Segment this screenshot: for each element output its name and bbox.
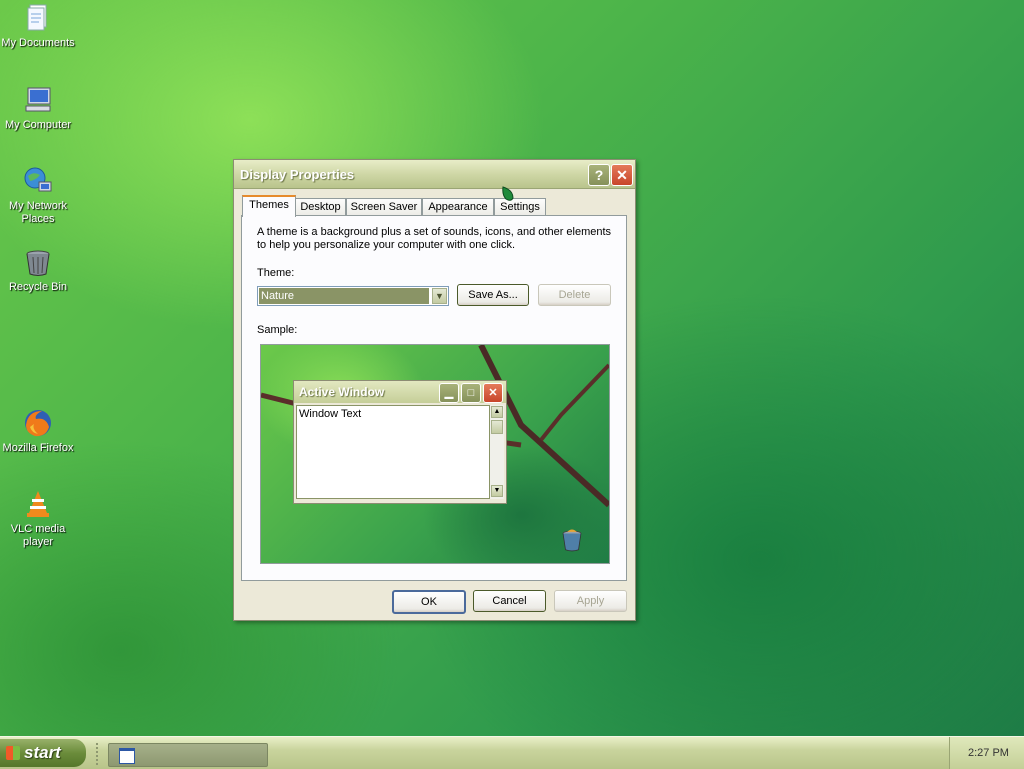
computer-icon	[25, 87, 51, 112]
delete-button[interactable]: Delete	[538, 284, 611, 306]
desktop-icon-my-network-places[interactable]: My Network Places	[0, 165, 76, 226]
desktop-icon-label: My Documents	[1, 37, 75, 49]
start-label: start	[24, 743, 61, 762]
tab-desktop[interactable]: Desktop	[295, 198, 346, 216]
taskbar-item-display-properties[interactable]	[108, 743, 268, 767]
desktop-icon-label: Mozilla Firefox	[2, 442, 74, 454]
scroll-down-icon: ▼	[491, 485, 503, 497]
dialog-title: Display Properties	[240, 167, 355, 182]
vlc-icon	[27, 491, 49, 517]
desktop-icon-label: My Computer	[4, 119, 72, 131]
tab-appearance[interactable]: Appearance	[422, 198, 494, 216]
scroll-up-icon: ▲	[491, 406, 503, 418]
help-button[interactable]: ?	[588, 164, 610, 186]
theme-select-value: Nature	[259, 288, 429, 304]
cursor-icon	[502, 186, 514, 201]
save-as-button[interactable]: Save As...	[457, 284, 529, 306]
desktop-icon-label: VLC media	[10, 523, 66, 535]
ok-button[interactable]: OK	[392, 590, 466, 614]
taskbar: start 2:27 PM	[0, 736, 1024, 769]
close-icon: ✕	[483, 383, 503, 403]
recycle-bin-icon	[26, 250, 50, 276]
desktop-icon-vlc[interactable]: VLC media player	[0, 488, 76, 549]
themes-panel: A theme is a background plus a set of so…	[241, 215, 627, 581]
sample-label: Sample:	[257, 324, 298, 336]
sample-window-titlebar: Active Window ▁ □ ✕	[294, 381, 506, 403]
themes-description: A theme is a background plus a set of so…	[257, 226, 612, 251]
cancel-button[interactable]: Cancel	[473, 590, 546, 612]
desktop-icon-label: My Network	[8, 200, 68, 212]
documents-icon	[27, 4, 47, 31]
desktop-icon-label: Recycle Bin	[8, 281, 68, 293]
sample-window-title: Active Window	[299, 385, 385, 399]
theme-label: Theme:	[257, 267, 295, 279]
desktop-icon-label: Places	[21, 213, 55, 225]
window-icon	[119, 748, 135, 764]
windows-logo-icon	[6, 746, 20, 760]
desktop-icon-recycle-bin[interactable]: Recycle Bin	[0, 246, 76, 294]
recycle-bin-icon	[562, 529, 582, 552]
tab-themes[interactable]: Themes	[242, 195, 296, 217]
dialog-titlebar[interactable]: Display Properties ? ✕	[234, 160, 635, 189]
desktop-icon-my-computer[interactable]: My Computer	[0, 84, 76, 132]
apply-button[interactable]: Apply	[554, 590, 627, 612]
theme-select[interactable]: Nature ▼	[257, 286, 449, 306]
desktop-icon-label: player	[23, 536, 53, 548]
network-places-icon	[24, 167, 52, 192]
sample-scrollbar: ▲ ▼	[490, 405, 504, 499]
tab-screen-saver[interactable]: Screen Saver	[346, 198, 422, 216]
system-tray: 2:27 PM	[949, 737, 1024, 769]
close-button[interactable]: ✕	[611, 164, 633, 186]
firefox-icon	[25, 410, 51, 437]
sample-active-window: Active Window ▁ □ ✕ Window Text ▲ ▼	[293, 380, 507, 504]
scroll-thumb	[491, 420, 503, 434]
desktop-icon-my-documents[interactable]: My Documents	[0, 2, 76, 50]
chevron-down-icon[interactable]: ▼	[432, 288, 447, 304]
theme-sample-preview: Active Window ▁ □ ✕ Window Text ▲ ▼	[260, 344, 610, 564]
taskbar-grip[interactable]	[96, 743, 102, 765]
display-properties-dialog: Display Properties ? ✕ Themes Desktop Sc…	[233, 159, 636, 621]
minimize-icon: ▁	[439, 383, 459, 403]
sample-window-text: Window Text	[296, 405, 490, 499]
start-button[interactable]: start	[0, 739, 86, 767]
maximize-icon: □	[461, 383, 481, 403]
clock[interactable]: 2:27 PM	[968, 747, 1009, 759]
desktop-icon-mozilla-firefox[interactable]: Mozilla Firefox	[0, 407, 76, 455]
